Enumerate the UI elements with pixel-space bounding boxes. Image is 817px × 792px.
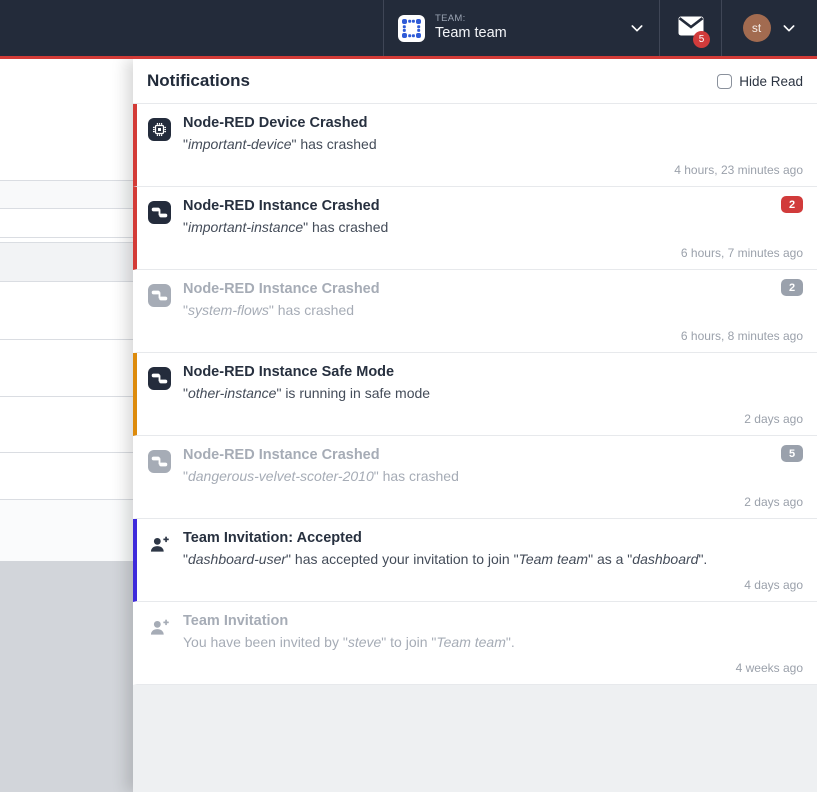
notification-count-badge: 2 bbox=[781, 196, 803, 213]
notification-timestamp: 2 days ago bbox=[744, 495, 803, 509]
notification-body: "dangerous-velvet-scoter-2010" has crash… bbox=[183, 468, 763, 484]
notification-timestamp: 4 days ago bbox=[744, 578, 803, 592]
entity-name: system-flows bbox=[188, 302, 269, 318]
notification-timestamp: 6 hours, 7 minutes ago bbox=[681, 246, 803, 260]
hide-read-checkbox[interactable] bbox=[717, 74, 732, 89]
notifications-panel: Notifications Hide Read Node-RED Device … bbox=[133, 59, 817, 792]
entity-name: important-device bbox=[188, 136, 292, 152]
hide-read-toggle[interactable]: Hide Read bbox=[717, 74, 803, 89]
panel-footer bbox=[133, 685, 817, 792]
notification-count-badge: 2 bbox=[781, 279, 803, 296]
user-menu[interactable]: st bbox=[722, 0, 817, 56]
notification-timestamp: 2 days ago bbox=[744, 412, 803, 426]
notification-text: Node-RED Instance Crashed "dangerous-vel… bbox=[183, 447, 803, 510]
notification-timestamp: 4 hours, 23 minutes ago bbox=[674, 163, 803, 177]
notification-body: "important-device" has crashed bbox=[183, 136, 763, 152]
notification-item[interactable]: Node-RED Instance Crashed "system-flows"… bbox=[133, 270, 817, 353]
body-text: ". bbox=[698, 551, 707, 567]
panel-title: Notifications bbox=[147, 71, 250, 91]
unread-count-badge: 5 bbox=[693, 31, 710, 48]
entity-name: Team team bbox=[519, 551, 589, 567]
body-text: " has accepted your invitation to join " bbox=[286, 551, 519, 567]
notification-timestamp: 6 hours, 8 minutes ago bbox=[681, 329, 803, 343]
entity-name: Team team bbox=[436, 634, 506, 650]
notification-count-badge: 5 bbox=[781, 445, 803, 462]
notification-item[interactable]: Node-RED Instance Safe Mode "other-insta… bbox=[133, 353, 817, 436]
instance-icon bbox=[148, 201, 171, 224]
instance-icon bbox=[148, 284, 171, 307]
entity-name: dashboard-user bbox=[188, 551, 286, 567]
team-label: TEAM: bbox=[435, 14, 619, 25]
instance-icon bbox=[148, 450, 171, 473]
page-accent-bar bbox=[0, 56, 817, 59]
hide-read-label: Hide Read bbox=[739, 74, 803, 89]
body-text: " has crashed bbox=[303, 219, 388, 235]
entity-name: important-instance bbox=[188, 219, 303, 235]
top-navbar: TEAM: Team team 5 st bbox=[0, 0, 817, 56]
device-icon bbox=[148, 118, 171, 141]
entity-name: steve bbox=[348, 634, 381, 650]
chevron-down-icon bbox=[781, 20, 797, 36]
notification-title: Node-RED Instance Crashed bbox=[183, 447, 763, 463]
notification-item[interactable]: Node-RED Instance Crashed "important-ins… bbox=[133, 187, 817, 270]
body-text: " to join " bbox=[381, 634, 436, 650]
notification-title: Team Invitation: Accepted bbox=[183, 530, 763, 546]
notification-body: "important-instance" has crashed bbox=[183, 219, 763, 235]
notification-item[interactable]: Team Invitation You have been invited by… bbox=[133, 602, 817, 685]
user-add-icon bbox=[148, 533, 171, 556]
notification-title: Team Invitation bbox=[183, 613, 763, 629]
team-selector[interactable]: TEAM: Team team bbox=[384, 0, 659, 56]
notification-body: "other-instance" is running in safe mode bbox=[183, 385, 763, 401]
user-avatar: st bbox=[743, 14, 771, 42]
entity-name: dangerous-velvet-scoter-2010 bbox=[188, 468, 374, 484]
notification-timestamp: 4 weeks ago bbox=[736, 661, 803, 675]
notification-text: Node-RED Instance Safe Mode "other-insta… bbox=[183, 364, 803, 427]
notification-list: Node-RED Device Crashed "important-devic… bbox=[133, 104, 817, 685]
team-avatar-identicon bbox=[398, 15, 425, 42]
body-text: " has crashed bbox=[291, 136, 376, 152]
user-add-icon bbox=[148, 616, 171, 639]
notification-body: "system-flows" has crashed bbox=[183, 302, 763, 318]
team-text: TEAM: Team team bbox=[435, 14, 619, 42]
body-text: ". bbox=[506, 634, 515, 650]
notification-text: Team Invitation: Accepted "dashboard-use… bbox=[183, 530, 803, 593]
body-text: " has crashed bbox=[269, 302, 354, 318]
body-text: " has crashed bbox=[374, 468, 459, 484]
body-text: " as a " bbox=[588, 551, 632, 567]
notification-item[interactable]: Node-RED Instance Crashed "dangerous-vel… bbox=[133, 436, 817, 519]
notification-text: Team Invitation You have been invited by… bbox=[183, 613, 803, 676]
notification-body: "dashboard-user" has accepted your invit… bbox=[183, 551, 763, 567]
instance-icon bbox=[148, 367, 171, 390]
notification-title: Node-RED Device Crashed bbox=[183, 115, 763, 131]
body-text: You have been invited by " bbox=[183, 634, 348, 650]
entity-name: dashboard bbox=[632, 551, 698, 567]
notifications-header: Notifications Hide Read bbox=[133, 59, 817, 104]
notifications-mail-button[interactable]: 5 bbox=[660, 0, 721, 56]
entity-name: other-instance bbox=[188, 385, 276, 401]
chevron-down-icon bbox=[629, 20, 645, 36]
notification-title: Node-RED Instance Crashed bbox=[183, 198, 763, 214]
notification-title: Node-RED Instance Safe Mode bbox=[183, 364, 763, 380]
body-text: " is running in safe mode bbox=[276, 385, 430, 401]
notification-item[interactable]: Team Invitation: Accepted "dashboard-use… bbox=[133, 519, 817, 602]
notification-title: Node-RED Instance Crashed bbox=[183, 281, 763, 297]
notification-body: You have been invited by "steve" to join… bbox=[183, 634, 763, 650]
notification-item[interactable]: Node-RED Device Crashed "important-devic… bbox=[133, 104, 817, 187]
team-name: Team team bbox=[435, 25, 619, 42]
